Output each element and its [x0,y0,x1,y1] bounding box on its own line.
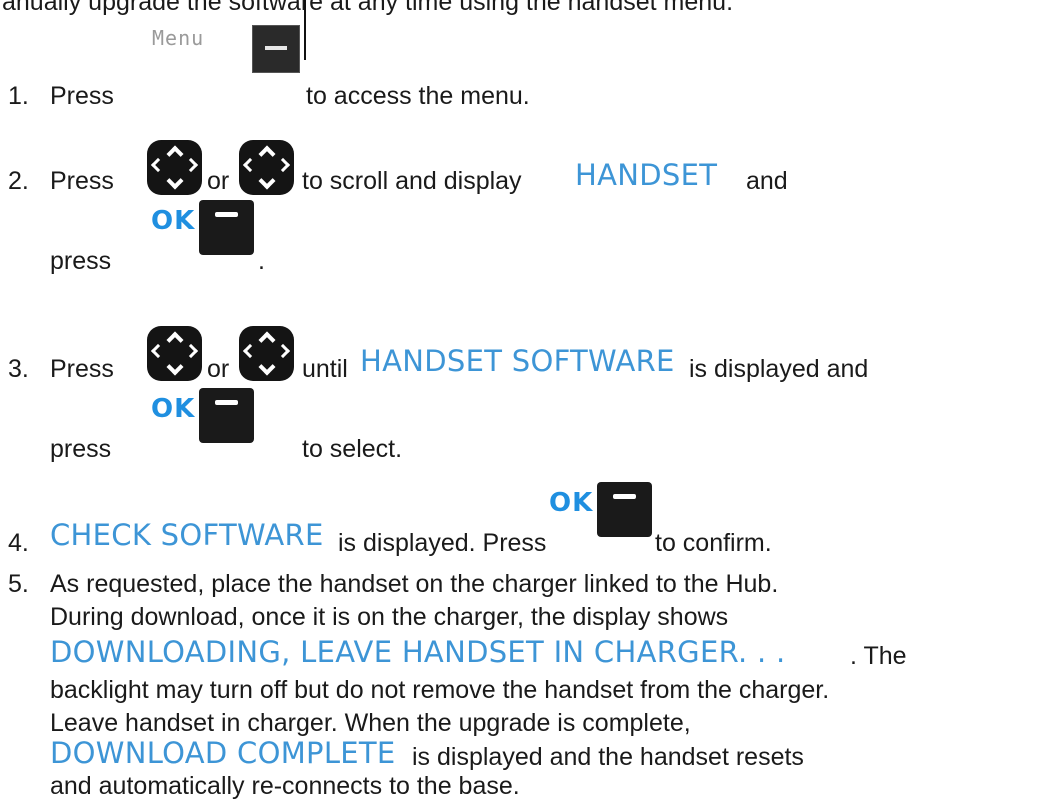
step-5-line-2: During download, once it is on the charg… [50,603,729,631]
step-1-number: 1. [8,82,29,110]
nav-key-icon [239,326,294,381]
step-3-end: to select. [302,435,403,463]
step-3-text: is displayed and [689,355,869,383]
ok-label: OK [151,394,196,424]
ok-softkey-icon [597,482,652,537]
step-3-or: or [207,355,230,383]
intro-text: anually upgrade the software at any time… [2,0,734,16]
display-handset: HANDSET [575,158,718,192]
step-5-line-6-tail: is displayed and the handset resets [412,743,804,771]
step-3-press-2: press [50,435,112,463]
step-2-end: . [258,247,265,275]
display-check-software: CHECK SOFTWARE [50,518,324,552]
step-2-press: Press [50,167,114,195]
step-4-end: to confirm. [655,529,772,557]
step-4-text: is displayed. Press [338,529,547,557]
step-1-press: Press [50,82,114,110]
step-2-text: to scroll and display [302,167,522,195]
display-downloading: DOWNLOADING, LEAVE HANDSET IN CHARGER. .… [50,635,786,669]
display-download-complete: DOWNLOAD COMPLETE [50,736,396,770]
menu-softkey-label: Menu [152,26,205,50]
nav-key-icon [147,140,202,195]
step-2-press-2: press [50,247,112,275]
step-5-line-4: backlight may turn off but do not remove… [50,676,830,704]
step-5-line-5: Leave handset in charger. When the upgra… [50,709,691,737]
step-5-line-3-tail: . The [850,642,907,670]
step-5-line-7: and automatically re-connects to the bas… [50,772,520,800]
step-4-number: 4. [8,529,29,557]
step-2-number: 2. [8,167,29,195]
display-handset-software: HANDSET SOFTWARE [360,344,675,378]
step-2-and: and [746,167,788,195]
menu-softkey-icon [252,25,300,73]
ok-label: OK [549,488,594,518]
step-3-press: Press [50,355,114,383]
step-1-text: to access the menu. [306,82,530,110]
nav-key-icon [147,326,202,381]
ok-softkey-icon [199,200,254,255]
ok-label: OK [151,206,196,236]
divider-line [304,0,306,60]
step-3-number: 3. [8,355,29,383]
step-2-or: or [207,167,230,195]
step-3-until: until [302,355,348,383]
ok-softkey-icon [199,388,254,443]
step-5-line-1: As requested, place the handset on the c… [50,570,779,598]
nav-key-icon [239,140,294,195]
step-5-number: 5. [8,570,29,598]
